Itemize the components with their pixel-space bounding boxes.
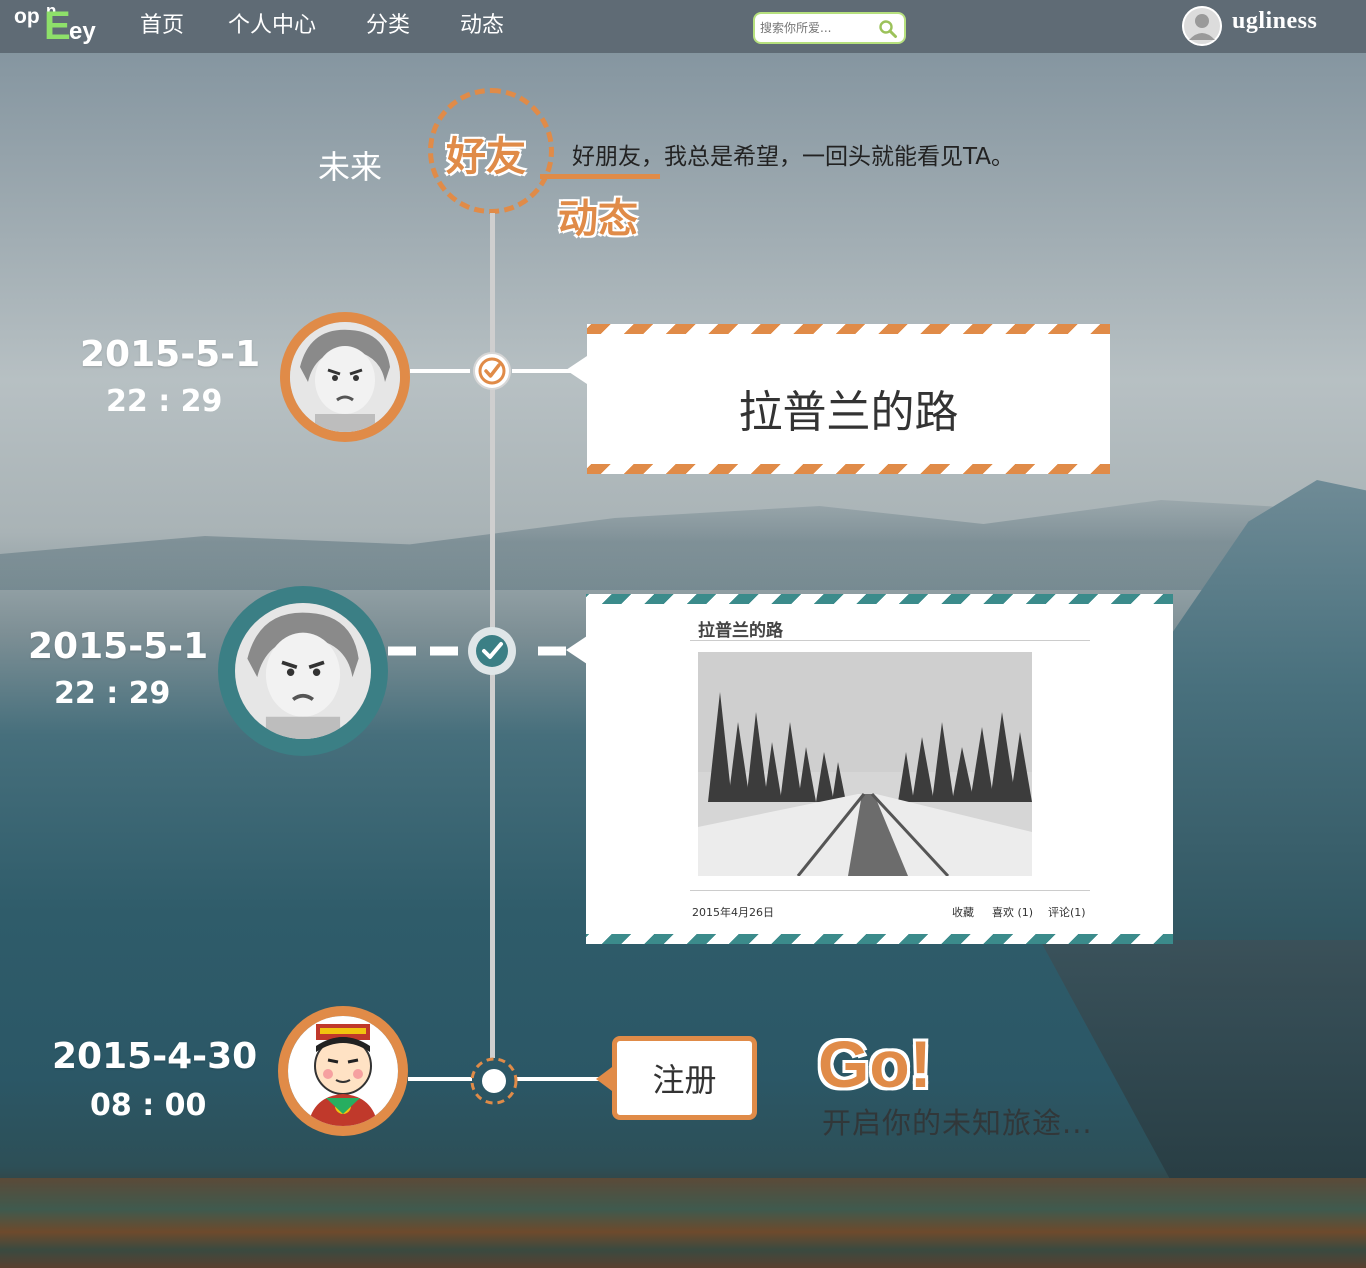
nav-item-category[interactable]: 分类 xyxy=(366,10,410,42)
background-mountains xyxy=(0,500,1366,590)
site-logo[interactable]: op n E ey xyxy=(14,2,104,50)
logo-part: op xyxy=(14,5,40,28)
entry-date: 2015-5-1 xyxy=(28,626,209,667)
badge-activity[interactable]: 动态 xyxy=(558,186,638,244)
register-button[interactable]: 注册 xyxy=(612,1036,757,1120)
girl-portrait-icon xyxy=(235,603,371,739)
girl-portrait-icon xyxy=(290,322,400,432)
entry-avatar[interactable] xyxy=(280,312,410,442)
card-title: 拉普兰的路 xyxy=(698,621,783,641)
entry-time: 22 : 29 xyxy=(106,384,223,419)
search-icon[interactable] xyxy=(878,19,898,39)
search-box xyxy=(753,12,906,44)
nav-item-activity[interactable]: 动态 xyxy=(460,10,504,42)
connector-line xyxy=(512,369,572,373)
entry-date: 2015-4-30 xyxy=(52,1036,258,1077)
logo-part: E xyxy=(44,4,71,48)
favorite-link[interactable]: 收藏 xyxy=(952,904,974,920)
future-label: 未来 xyxy=(318,148,383,186)
logo-part: ey xyxy=(69,18,96,45)
airmail-stripe xyxy=(587,464,1110,474)
like-link[interactable]: 喜欢 (1) xyxy=(992,904,1033,920)
connector-line xyxy=(408,1077,472,1081)
username[interactable]: ugliness xyxy=(1232,8,1317,35)
divider xyxy=(690,890,1090,891)
end-node-icon xyxy=(470,1057,518,1105)
divider xyxy=(690,640,1090,641)
background-dock xyxy=(1040,940,1366,1180)
card-title: 拉普兰的路 xyxy=(738,387,959,438)
go-title: Go! xyxy=(818,1027,932,1101)
airmail-stripe xyxy=(586,594,1173,604)
entry-avatar[interactable] xyxy=(218,586,388,756)
entry-time: 22 : 29 xyxy=(54,676,171,711)
badge-underline xyxy=(540,174,660,179)
entry-date: 2015-5-1 xyxy=(80,334,261,375)
check-node-icon xyxy=(468,627,516,675)
post-card-title[interactable]: 拉普兰的路 xyxy=(587,324,1110,474)
nav-item-home[interactable]: 首页 xyxy=(140,10,184,42)
entry-time: 08 : 00 xyxy=(90,1088,207,1123)
user-silhouette-icon xyxy=(1182,6,1222,46)
search-input[interactable] xyxy=(760,21,878,35)
post-card-photo[interactable]: 拉普兰的路 2015年4月26日 收藏 喜欢 (1) 评论(1) xyxy=(586,594,1173,944)
cartoon-boy-icon xyxy=(288,1016,398,1126)
entry-avatar[interactable] xyxy=(278,1006,408,1136)
airmail-stripe xyxy=(587,324,1110,334)
badge-friends[interactable]: 好友 xyxy=(446,124,526,182)
snowy-road-photo[interactable] xyxy=(698,652,1032,876)
tagline: 好朋友，我总是希望，一回头就能看见TA。 xyxy=(572,144,1014,170)
post-date: 2015年4月26日 xyxy=(692,906,774,919)
comment-link[interactable]: 评论(1) xyxy=(1048,904,1086,920)
top-navbar xyxy=(0,0,1366,53)
connector-line xyxy=(516,1077,606,1081)
airmail-stripe xyxy=(586,934,1173,944)
nav-item-profile[interactable]: 个人中心 xyxy=(228,10,316,42)
user-avatar[interactable] xyxy=(1182,6,1222,46)
go-subtitle: 开启你的未知旅途... xyxy=(822,1106,1093,1140)
connector-line xyxy=(410,369,470,373)
background-ledge xyxy=(0,1178,1366,1268)
check-node-icon xyxy=(473,352,511,390)
